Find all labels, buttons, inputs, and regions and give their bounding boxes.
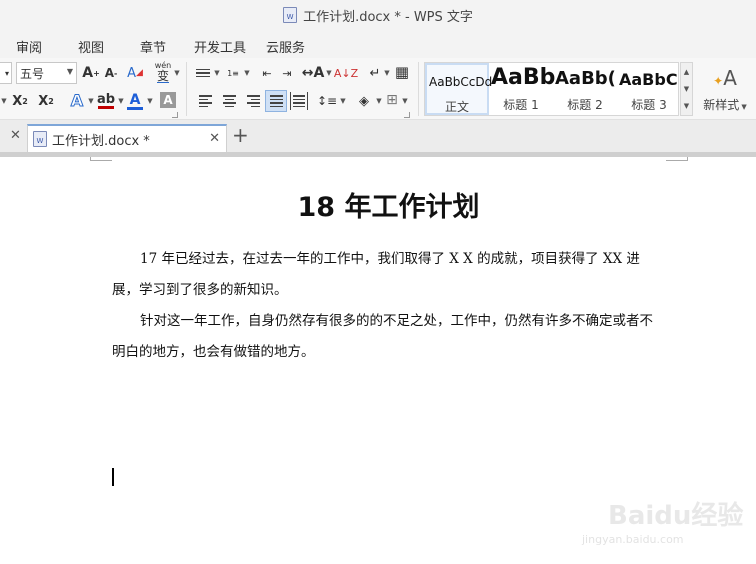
align-center-icon[interactable] (220, 92, 238, 110)
tab-document[interactable]: W 工作计划.docx * ✕ (27, 124, 227, 152)
font-color-button[interactable]: A (126, 90, 144, 112)
style-heading-2[interactable]: AaBb( 标题 2 (553, 63, 617, 115)
ribbon: ▾ 五号 ▼ A + A- A ◢ wén 变 ▼ ▼ X2 X2 A ▼ ab ▼… (0, 58, 756, 120)
font-name-dropdown[interactable]: ▾ (0, 62, 12, 84)
text-cursor (112, 468, 114, 486)
style-heading-3[interactable]: AaBbC 标题 3 (617, 63, 681, 115)
paragraph-dialog-launcher[interactable] (404, 112, 410, 118)
bullet-list-icon[interactable] (194, 65, 212, 81)
character-spacing-icon[interactable]: ↔A (302, 64, 325, 82)
paragraph: 17 年已经过去，在过去一年的工作中，我们取得了 X X 的成就，项目获得了 X… (112, 251, 640, 298)
menu-chapter[interactable]: 章节 (140, 37, 166, 56)
chevron-down-icon[interactable]: ▼ (212, 68, 220, 78)
menu-developer-tools[interactable]: 开发工具 (194, 37, 246, 56)
text-effect-icon[interactable]: A (66, 90, 88, 110)
window-title: 工作计划.docx * - WPS 文字 (303, 9, 473, 25)
clear-format-icon[interactable]: A ◢ (126, 64, 144, 82)
sort-icon[interactable]: A↓Z (334, 63, 358, 83)
distributed-align-icon[interactable] (290, 92, 308, 110)
document-icon: W (283, 7, 298, 23)
style-heading-1[interactable]: AaBb 标题 1 (489, 63, 555, 115)
paragraph: 针对这一年工作，自身仍然存有很多的的不足之处，工作中，仍然有许多不确定或者不明白… (112, 313, 653, 360)
shrink-font-icon[interactable]: A- (102, 64, 120, 82)
divider (186, 62, 187, 116)
document-tab-bar: ✕ W 工作计划.docx * ✕ + (0, 120, 756, 152)
numbered-list-icon[interactable]: 1≡ (224, 65, 242, 81)
menu-view[interactable]: 视图 (78, 37, 104, 56)
chevron-down-icon: ▼ (66, 67, 73, 76)
font-color-bar (127, 106, 143, 110)
title-bar: W 工作计划.docx * - WPS 文字 (0, 0, 756, 30)
decrease-indent-icon[interactable]: ⇤ (258, 65, 276, 81)
close-icon[interactable]: ✕ (209, 131, 220, 146)
font-dialog-launcher[interactable] (172, 112, 178, 118)
font-size-dropdown[interactable]: 五号 ▼ (16, 62, 77, 84)
superscript-icon[interactable]: X2 (10, 91, 30, 111)
font-size-value: 五号 (20, 66, 45, 81)
border-icon[interactable]: ⊞ (384, 92, 400, 108)
chevron-down-icon[interactable]: ▼ (338, 96, 346, 106)
divider (418, 62, 419, 116)
chevron-down-icon[interactable]: ▼ (684, 85, 689, 93)
chevron-down-icon[interactable]: ▼ (382, 68, 390, 78)
align-right-icon[interactable] (244, 92, 262, 110)
chevron-down-icon[interactable]: ▼ (145, 96, 153, 106)
line-spacing-icon[interactable]: ↕≡ (317, 92, 337, 110)
character-shading-icon[interactable]: A (160, 92, 176, 108)
chevron-down-icon[interactable]: ▼ (0, 92, 8, 110)
styles-gallery: AaBbCcDd 正文 AaBb 标题 1 AaBb( 标题 2 AaBbC 标… (424, 62, 679, 116)
document-page[interactable]: 18 年工作计划 17 年已经过去，在过去一年的工作中，我们取得了 X X 的成… (0, 157, 756, 564)
document-icon: W (33, 131, 47, 147)
new-style-icon: ✦A (713, 65, 737, 90)
margin-mark (90, 157, 112, 161)
new-style-label: 新样式 (703, 97, 740, 112)
watermark: Baidu经验 jingyan.baidu.com (578, 495, 748, 564)
highlight-color-button[interactable]: ab (96, 90, 116, 112)
chevron-down-icon[interactable]: ▼ (86, 96, 94, 106)
watermark-url: jingyan.baidu.com (582, 533, 684, 546)
chevron-down-icon[interactable]: ▼ (400, 96, 408, 106)
watermark-logo: Baidu经验 (608, 501, 744, 531)
new-tab-icon[interactable]: + (232, 123, 249, 147)
document-title: 18 年工作计划 (297, 192, 480, 223)
chevron-up-icon[interactable]: ▲ (684, 68, 689, 76)
styles-gallery-scroll[interactable]: ▲ ▼ ▼ (680, 62, 693, 116)
menu-cloud-services[interactable]: 云服务 (266, 37, 305, 56)
close-icon[interactable]: ✕ (10, 128, 21, 143)
highlight-color-bar (98, 106, 114, 109)
new-style-button[interactable]: ✦A 新样式 ▼ (700, 62, 750, 116)
justify-icon[interactable] (265, 90, 287, 112)
chevron-down-icon[interactable]: ▼ (172, 68, 180, 78)
grow-font-icon[interactable]: A + (82, 64, 100, 82)
chevron-down-icon[interactable]: ▼ (116, 96, 124, 106)
increase-indent-icon[interactable]: ⇥ (278, 65, 296, 81)
chevron-down-icon[interactable]: ▼ (324, 68, 332, 78)
margin-mark (666, 157, 688, 161)
style-normal[interactable]: AaBbCcDd 正文 (425, 63, 492, 115)
subscript-icon[interactable]: X2 (36, 91, 56, 111)
align-left-icon[interactable] (196, 92, 214, 110)
expand-gallery-icon[interactable]: ▼ (684, 102, 689, 110)
shading-bucket-icon[interactable]: ◈ (354, 91, 374, 111)
chevron-down-icon[interactable]: ▼ (374, 96, 382, 106)
tab-label: 工作计划.docx * (52, 133, 150, 149)
table-icon[interactable]: ▦ (393, 63, 411, 81)
menu-bar: 审阅 视图 章节 开发工具 云服务 (0, 30, 756, 58)
chevron-down-icon[interactable]: ▼ (242, 68, 250, 78)
menu-review[interactable]: 审阅 (16, 37, 42, 56)
